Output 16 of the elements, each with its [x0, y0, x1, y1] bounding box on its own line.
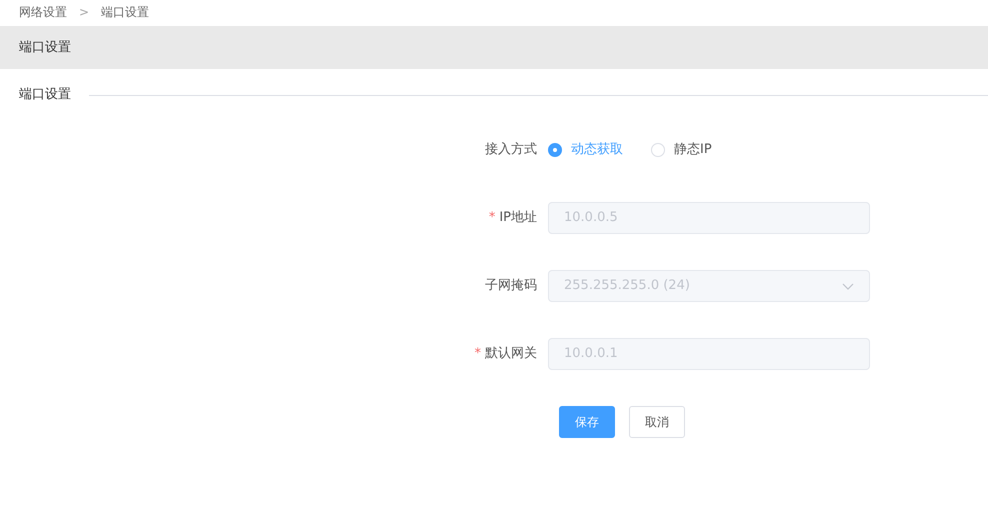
breadcrumb-item[interactable]: 端口设置 [101, 3, 150, 21]
field-label: 接入方式 [485, 141, 537, 160]
save-button[interactable]: 保存 [559, 406, 615, 438]
breadcrumb-separator: > [79, 4, 90, 21]
page-title: 端口设置 [19, 38, 71, 57]
field-label: IP地址 [499, 209, 537, 228]
field-label: 子网掩码 [485, 277, 537, 296]
field-label: 默认网关 [485, 345, 537, 364]
section-title: 端口设置 [19, 86, 71, 104]
required-mark: * [474, 345, 481, 364]
radio-option[interactable]: 静态IP [651, 140, 712, 160]
chevron-down-icon [842, 282, 854, 290]
radio-option[interactable]: 动态获取 [548, 140, 623, 160]
cancel-button[interactable]: 取消 [629, 406, 685, 438]
breadcrumb-item[interactable]: 网络设置 [19, 3, 67, 21]
required-mark: * [488, 209, 496, 228]
